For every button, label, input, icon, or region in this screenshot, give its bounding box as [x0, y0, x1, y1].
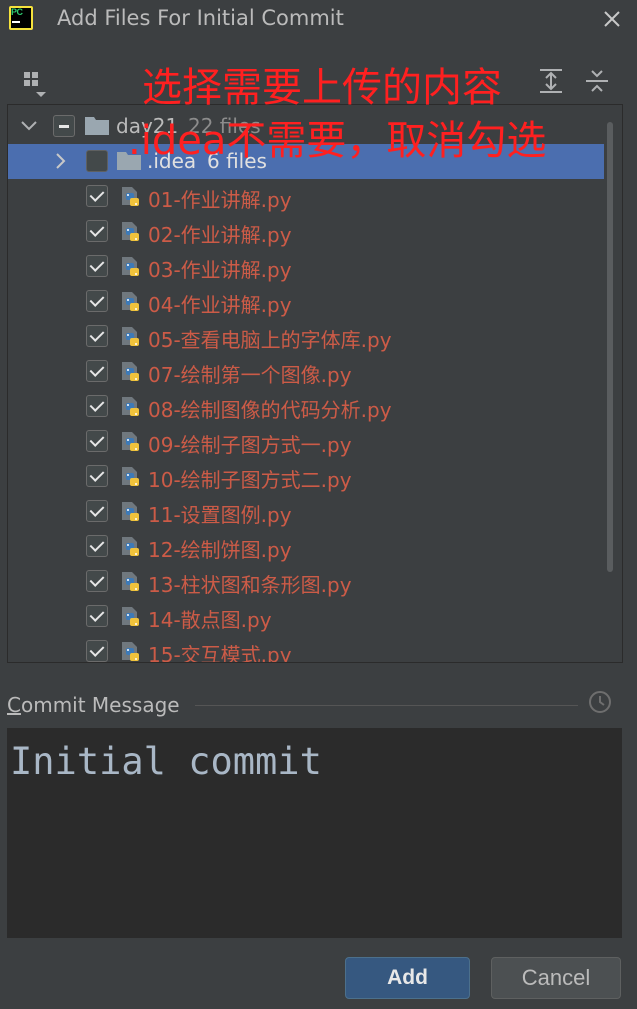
commit-history-button[interactable] [587, 689, 613, 715]
window-title: Add Files For Initial Commit [57, 6, 344, 30]
file-checkbox[interactable] [86, 535, 108, 557]
python-file-icon [122, 397, 139, 416]
folder-icon [85, 117, 109, 135]
commit-label-mnemonic: C [7, 693, 21, 717]
file-checkbox[interactable] [86, 220, 108, 242]
tree-row-file[interactable]: 10-绘制子图方式二.py [8, 459, 604, 494]
file-name: 07-绘制第一个图像.py [148, 363, 352, 387]
scrollbar-thumb[interactable] [607, 122, 613, 572]
tree-row-file[interactable]: 02-作业讲解.py [8, 214, 604, 249]
commit-label-text: ommit Message [20, 693, 180, 717]
tree-row-file[interactable]: 05-查看电脑上的字体库.py [8, 319, 604, 354]
python-file-icon [122, 292, 139, 311]
collapse-all-icon [586, 70, 608, 92]
file-checkbox[interactable] [86, 395, 108, 417]
chevron-down-icon[interactable] [20, 119, 38, 133]
close-button[interactable] [595, 2, 629, 36]
tree-row-file[interactable]: 04-作业讲解.py [8, 284, 604, 319]
python-file-icon [122, 362, 139, 381]
pycharm-logo-icon: PC [9, 6, 33, 30]
file-name: 08-绘制图像的代码分析.py [148, 398, 392, 422]
file-checkbox[interactable] [86, 465, 108, 487]
file-name: 14-散点图.py [148, 608, 272, 632]
file-checkbox[interactable] [86, 640, 108, 662]
chevron-right-icon[interactable] [54, 152, 68, 170]
group-by-button[interactable] [22, 70, 48, 97]
file-tree[interactable]: day21 22 files .idea 6 files 01-作业讲解.py 0… [7, 104, 623, 663]
tree-row-file[interactable]: 15-交互模式.py [8, 634, 604, 663]
python-file-icon [122, 572, 139, 591]
file-checkbox[interactable] [86, 570, 108, 592]
python-file-icon [122, 502, 139, 521]
python-file-icon [122, 642, 139, 661]
annotation-line-2: .idea不需要，取消勾选 [128, 118, 547, 164]
file-checkbox[interactable] [86, 185, 108, 207]
close-icon [604, 11, 620, 27]
add-button[interactable]: Add [345, 957, 470, 999]
tree-row-file[interactable]: 08-绘制图像的代码分析.py [8, 389, 604, 424]
python-file-icon [122, 187, 139, 206]
file-name: 10-绘制子图方式二.py [148, 468, 352, 492]
file-checkbox[interactable] [86, 255, 108, 277]
clock-icon [589, 691, 611, 713]
cancel-button[interactable]: Cancel [491, 957, 621, 999]
python-file-icon [122, 607, 139, 626]
separator [195, 705, 578, 706]
expand-all-button[interactable] [538, 68, 564, 94]
commit-message-label: Commit Message [7, 693, 180, 717]
python-file-icon [122, 467, 139, 486]
tree-row-file[interactable]: 09-绘制子图方式一.py [8, 424, 604, 459]
file-checkbox[interactable] [86, 325, 108, 347]
file-name: 02-作业讲解.py [148, 223, 292, 247]
file-name: 03-作业讲解.py [148, 258, 292, 282]
file-checkbox[interactable] [86, 430, 108, 452]
file-name: 09-绘制子图方式一.py [148, 433, 352, 457]
file-name: 11-设置图例.py [148, 503, 292, 527]
expand-all-icon [540, 69, 562, 93]
tree-row-file[interactable]: 12-绘制饼图.py [8, 529, 604, 564]
python-file-icon [122, 257, 139, 276]
file-checkbox[interactable] [86, 360, 108, 382]
tree-row-file[interactable]: 03-作业讲解.py [8, 249, 604, 284]
python-file-icon [122, 327, 139, 346]
python-file-icon [122, 432, 139, 451]
file-name: 13-柱状图和条形图.py [148, 573, 352, 597]
idea-checkbox[interactable] [86, 150, 108, 172]
tree-row-file[interactable]: 14-散点图.py [8, 599, 604, 634]
file-checkbox[interactable] [86, 290, 108, 312]
tree-row-file[interactable]: 11-设置图例.py [8, 494, 604, 529]
file-name: 12-绘制饼图.py [148, 538, 292, 562]
python-file-icon [122, 222, 139, 241]
file-name: 04-作业讲解.py [148, 293, 292, 317]
collapse-all-button[interactable] [584, 68, 610, 94]
tree-row-file[interactable]: 01-作业讲解.py [8, 179, 604, 214]
root-checkbox[interactable] [53, 115, 75, 137]
python-file-icon [122, 537, 139, 556]
file-name: 05-查看电脑上的字体库.py [148, 328, 392, 352]
file-checkbox[interactable] [86, 500, 108, 522]
commit-message-text: Initial commit [10, 740, 322, 783]
file-name: 01-作业讲解.py [148, 188, 292, 212]
file-checkbox[interactable] [86, 605, 108, 627]
tree-row-file[interactable]: 13-柱状图和条形图.py [8, 564, 604, 599]
annotation-line-1: 选择需要上传的内容 [142, 65, 502, 111]
group-by-icon [24, 72, 46, 97]
file-name: 15-交互模式.py [148, 643, 292, 663]
tree-row-file[interactable]: 07-绘制第一个图像.py [8, 354, 604, 389]
